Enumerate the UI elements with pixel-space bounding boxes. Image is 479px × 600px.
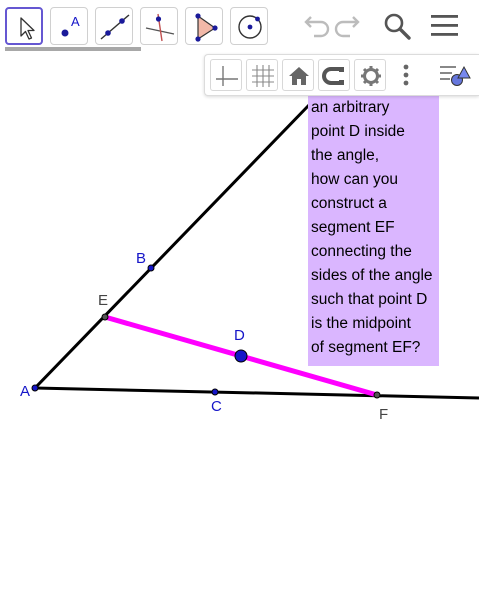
undo-button[interactable]: [297, 9, 331, 43]
text-line: construct a: [311, 195, 387, 212]
text-line: sides of the angle: [311, 267, 433, 284]
point-capturing-button[interactable]: [318, 59, 350, 91]
more-vertical-icon: [403, 64, 409, 86]
settings-gear-icon: [361, 66, 381, 86]
text-line: an arbitrary: [311, 99, 390, 116]
undo-icon: [304, 16, 330, 38]
main-toolbar: A: [0, 0, 479, 52]
text-line: connecting the: [311, 243, 412, 260]
perpendicular-line-icon: [145, 13, 175, 42]
circle-tool-button[interactable]: [230, 7, 268, 45]
point-d[interactable]: [234, 349, 248, 363]
cursor-arrow-icon: [20, 17, 35, 40]
point-f[interactable]: [373, 391, 381, 399]
point-b[interactable]: [147, 264, 155, 272]
text-line: point D inside: [311, 123, 405, 140]
search-button[interactable]: [380, 9, 414, 43]
line-through-points-icon: [100, 14, 130, 40]
text-line: such that point D: [311, 291, 428, 308]
point-a[interactable]: [31, 384, 39, 392]
text-line: the angle,: [311, 147, 380, 164]
circle-center-point-icon: [238, 15, 262, 39]
label-point-a[interactable]: A: [20, 384, 30, 400]
label-point-e[interactable]: E: [98, 293, 108, 309]
grid-icon: [252, 65, 274, 87]
point-icon: A: [61, 14, 80, 37]
question-text-box[interactable]: an arbitrary point D inside the angle, h…: [308, 96, 439, 366]
hamburger-menu-icon: [431, 15, 458, 36]
redo-button[interactable]: [333, 9, 367, 43]
ray-ab[interactable]: [33, 102, 312, 390]
label-point-d[interactable]: D: [234, 328, 245, 344]
point-tool-button[interactable]: A: [50, 7, 88, 45]
ray-ac[interactable]: [34, 386, 479, 400]
standard-view-button[interactable]: [282, 59, 314, 91]
toggle-axes-button[interactable]: [210, 59, 242, 91]
home-icon: [289, 67, 309, 85]
graphics-style-bar: [204, 54, 479, 96]
settings-button[interactable]: [354, 59, 386, 91]
toggle-grid-button[interactable]: [246, 59, 278, 91]
label-point-f[interactable]: F: [379, 407, 388, 423]
polygon-icon: [195, 13, 218, 42]
line-tool-button[interactable]: [95, 7, 133, 45]
perpendicular-line-tool-button[interactable]: [140, 7, 178, 45]
point-tool-sample-label: A: [71, 14, 80, 29]
label-point-c[interactable]: C: [211, 399, 222, 415]
point-e[interactable]: [101, 313, 109, 321]
axes-icon: [216, 66, 238, 86]
active-tool-indicator: [5, 47, 141, 51]
label-point-b[interactable]: B: [136, 251, 146, 267]
text-line: segment EF: [311, 219, 395, 236]
text-line: is the midpoint: [311, 315, 411, 332]
style-bar-toggle-button[interactable]: [438, 59, 471, 91]
search-icon: [384, 13, 411, 40]
style-bar-toggle-icon: [440, 65, 471, 86]
polygon-tool-button[interactable]: [185, 7, 223, 45]
point-capturing-icon: [322, 67, 344, 85]
text-line: of segment EF?: [311, 339, 421, 356]
text-line: how can you: [311, 171, 399, 188]
more-options-button[interactable]: [390, 59, 422, 91]
main-menu-button[interactable]: [428, 9, 462, 43]
move-tool-button[interactable]: [5, 7, 43, 45]
redo-icon: [334, 16, 360, 38]
point-c[interactable]: [211, 388, 219, 396]
